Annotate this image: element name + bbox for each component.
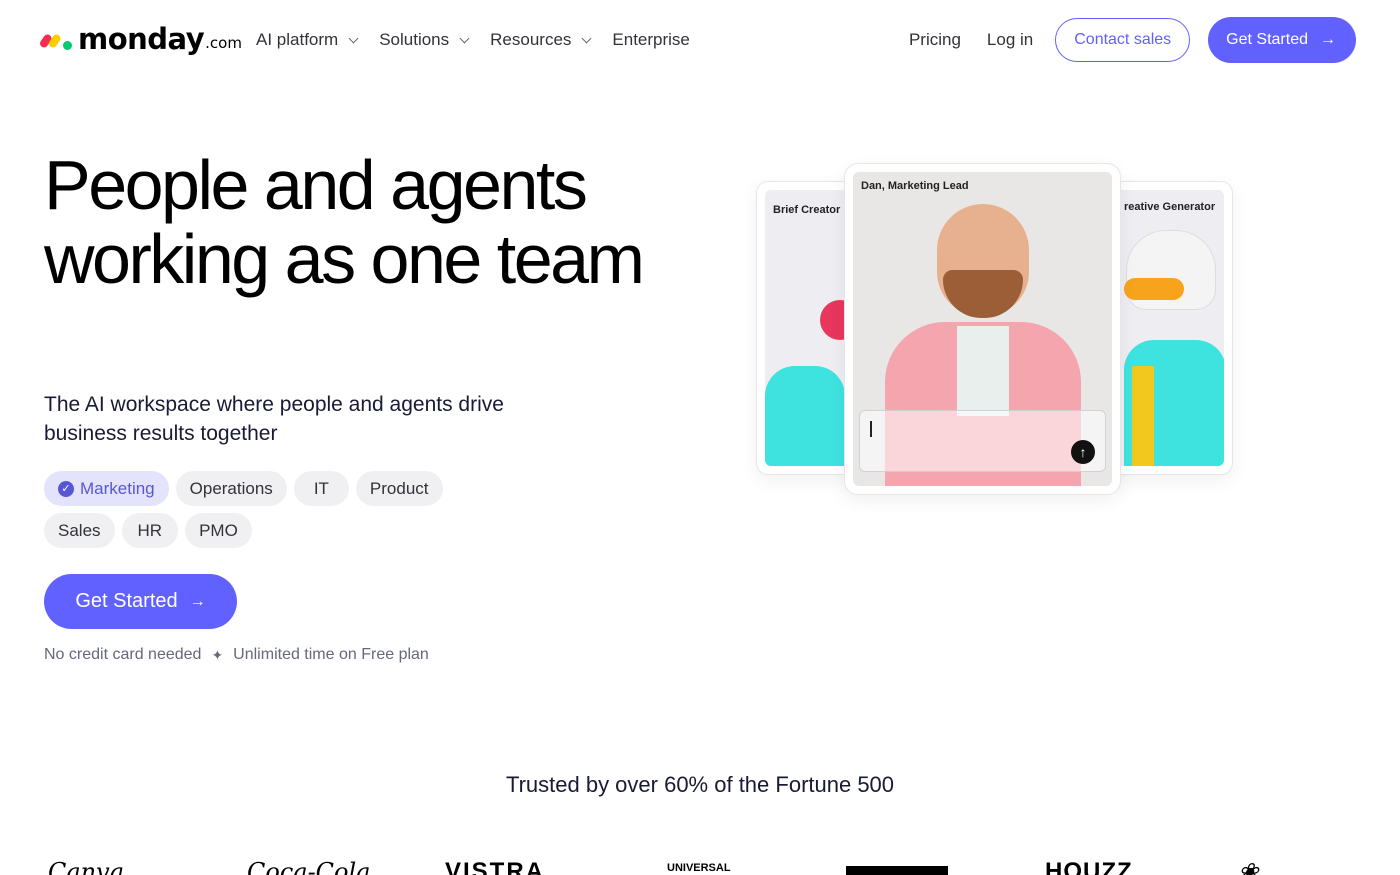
chevron-down-icon <box>348 33 359 43</box>
menu-ai-platform[interactable]: AI platform <box>256 28 359 52</box>
chip-label: Marketing <box>80 478 155 498</box>
chip-product[interactable]: Product <box>355 471 443 506</box>
menu-solutions[interactable]: Solutions <box>379 28 470 52</box>
menu-enterprise[interactable]: Enterprise <box>612 28 689 52</box>
chip-hr[interactable]: HR <box>121 513 179 548</box>
hero-get-started-button[interactable]: Get Started → <box>44 574 237 629</box>
hero-title: People and agents working as one team <box>44 146 645 298</box>
contact-sales-label: Contact sales <box>1074 31 1172 48</box>
trusted-heading: Trusted by over 60% of the Fortune 500 <box>505 772 895 797</box>
brand-logo: ❀ <box>1238 858 1259 875</box>
menu-item-label: AI platform <box>256 30 339 49</box>
note-no-card: No credit card needed <box>44 646 202 663</box>
arrow-right-icon: → <box>1320 31 1336 48</box>
chevron-down-icon <box>459 33 470 43</box>
logo-suffix: .com <box>205 34 242 52</box>
chip-operations[interactable]: Operations <box>175 471 287 506</box>
top-nav: monday .com AI platform Solutions Resour… <box>0 0 1400 80</box>
menu-item-label: Resources <box>490 30 572 49</box>
canva-logo: Canva <box>48 858 124 875</box>
coca-cola-logo: Coca-Cola <box>247 858 371 875</box>
chip-label: Operations <box>189 478 273 498</box>
logo-wordmark: monday <box>78 22 205 56</box>
vistra-logo: VISTRA <box>445 858 546 875</box>
card-title: Dan, Marketing Lead <box>861 180 969 192</box>
chip-label: PMO <box>199 520 238 540</box>
universal-logo: UNIVERSAL <box>667 862 731 874</box>
card-title: reative Generator <box>1124 201 1216 213</box>
contact-sales-button[interactable]: Contact sales <box>1055 18 1191 62</box>
person-tshirt-shape <box>957 326 1009 416</box>
text-caret <box>870 421 872 437</box>
hero-note: No credit card needed ✦ Unlimited time o… <box>44 646 429 664</box>
houzz-logo: HOUZZ <box>1045 858 1133 875</box>
hero-subtitle: The AI workspace where people and agents… <box>44 393 504 445</box>
nav-get-started-button[interactable]: Get Started → <box>1208 17 1356 63</box>
chip-label: Sales <box>58 520 101 540</box>
chip-pmo[interactable]: PMO <box>185 513 252 548</box>
agent-prompt-input[interactable]: ↑ <box>859 410 1106 472</box>
agent-card-marketing-lead[interactable]: Dan, Marketing Lead ↑ <box>844 163 1121 495</box>
nav-actions: Pricing Log in Contact sales Get Started… <box>909 17 1356 63</box>
agent-glasses-shape <box>1124 278 1184 300</box>
main-menu: AI platform Solutions Resources Enterpri… <box>256 28 712 52</box>
pricing-link[interactable]: Pricing <box>909 30 961 50</box>
monday-logo[interactable]: monday .com <box>38 22 242 56</box>
chevron-down-icon <box>581 33 592 43</box>
sparkle-icon: ✦ <box>211 646 224 663</box>
card-title: Brief Creator <box>773 204 841 216</box>
send-arrow-icon[interactable]: ↑ <box>1071 440 1095 464</box>
get-started-label: Get Started <box>1226 31 1308 48</box>
agent-shirt-shape <box>1132 366 1154 466</box>
menu-item-label: Solutions <box>379 30 450 49</box>
login-link[interactable]: Log in <box>987 30 1033 50</box>
agent-body-shape <box>765 366 845 466</box>
person-photo: Dan, Marketing Lead ↑ <box>853 172 1112 486</box>
arrow-right-icon: → <box>189 592 206 610</box>
brand-box-logo <box>846 866 948 875</box>
department-chips: ✓ Marketing Operations IT Product Sales … <box>44 471 464 548</box>
chip-it[interactable]: IT <box>293 471 349 506</box>
brand-logos-strip: Canva Coca-Cola VISTRA UNIVERSAL HOUZZ ❀ <box>0 850 1400 875</box>
check-icon: ✓ <box>58 480 74 497</box>
menu-resources[interactable]: Resources <box>490 28 592 52</box>
chip-label: HR <box>137 520 163 540</box>
chip-marketing[interactable]: ✓ Marketing <box>44 471 169 506</box>
chip-label: Product <box>369 478 429 498</box>
note-free-plan: Unlimited time on Free plan <box>233 646 429 663</box>
agent-illustration: reative Generator <box>1104 190 1224 466</box>
logo-mark-icon <box>38 30 74 50</box>
menu-item-label: Enterprise <box>612 30 690 49</box>
chip-sales[interactable]: Sales <box>44 513 115 548</box>
cta-label: Get Started <box>75 590 178 612</box>
person-beard-shape <box>943 270 1023 318</box>
chip-label: IT <box>313 478 329 498</box>
